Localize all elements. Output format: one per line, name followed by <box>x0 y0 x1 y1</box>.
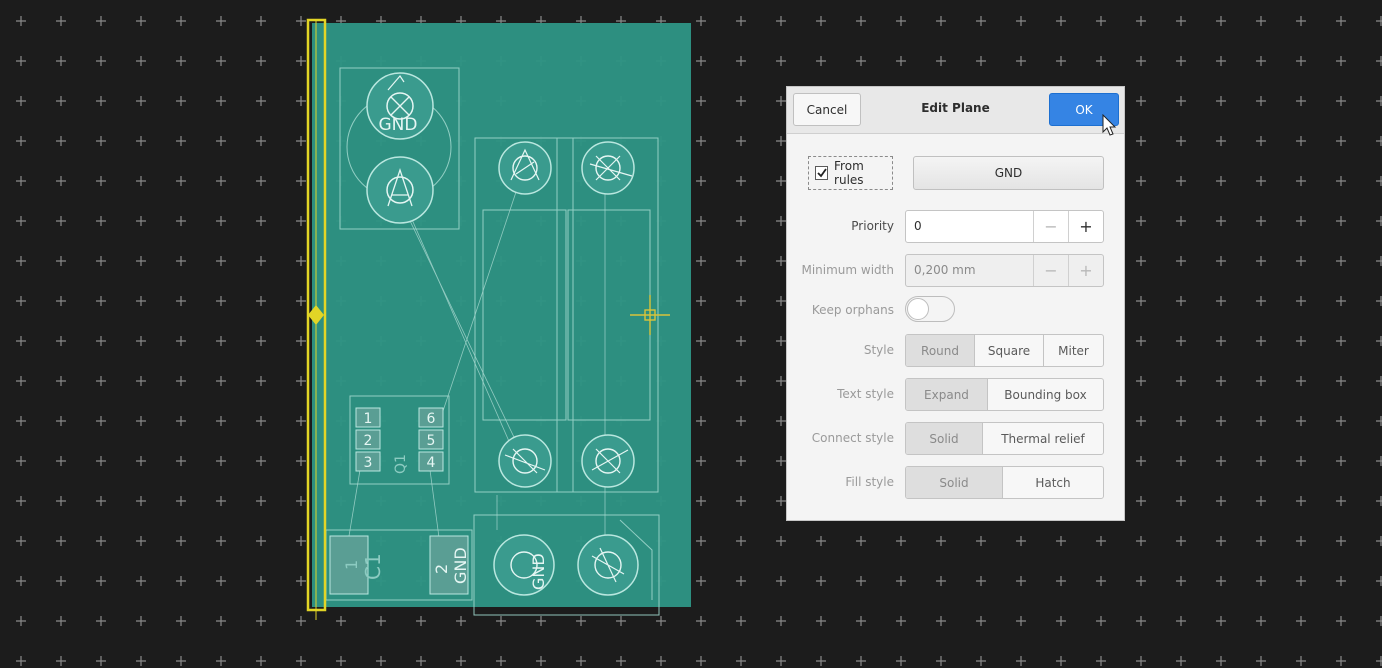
minimum-width-spinbox[interactable]: 0,200 mm − + <box>905 254 1104 287</box>
ic-pin-label: 5 <box>427 433 436 449</box>
keep-orphans-toggle[interactable] <box>905 296 955 322</box>
connect-style-option-thermal-relief[interactable]: Thermal relief <box>982 423 1103 454</box>
minimum-width-label: Minimum width <box>801 263 894 277</box>
keep-orphans-label: Keep orphans <box>811 303 894 317</box>
text-style-option-expand[interactable]: Expand <box>906 379 987 410</box>
style-option-miter[interactable]: Miter <box>1043 335 1103 366</box>
pad-label: GND <box>529 553 548 590</box>
net-select-button[interactable]: GND <box>913 156 1104 190</box>
priority-value[interactable]: 0 <box>914 219 922 233</box>
priority-spinbox[interactable]: 0 − + <box>905 210 1104 243</box>
text-style-segmented-control: Expand Bounding box <box>905 378 1104 411</box>
text-style-option-bounding-box[interactable]: Bounding box <box>987 379 1103 410</box>
connector-reference: C1 <box>361 553 385 580</box>
pcb-canvas[interactable]: GND 1 2 3 6 5 4 Q1 1 C1 2 GND GND <box>0 0 1382 668</box>
ic-pin-label: 4 <box>427 455 436 471</box>
text-style-label: Text style <box>837 387 894 401</box>
fill-style-label: Fill style <box>845 475 894 489</box>
cancel-button[interactable]: Cancel <box>793 93 861 126</box>
dialog-title: Edit Plane <box>921 101 990 115</box>
dialog-header: Cancel Edit Plane OK <box>787 87 1124 134</box>
ic-pin-label: 1 <box>364 411 373 427</box>
ic-pin-label: 2 <box>364 433 373 449</box>
fill-style-option-hatch[interactable]: Hatch <box>1002 467 1103 498</box>
connector-net-label: GND <box>451 547 470 584</box>
priority-decrement-button[interactable]: − <box>1033 211 1068 242</box>
minimum-width-value[interactable]: 0,200 mm <box>914 263 976 277</box>
fill-style-option-solid[interactable]: Solid <box>906 467 1002 498</box>
style-label: Style <box>863 343 894 357</box>
from-rules-checkbox[interactable]: From rules <box>808 156 893 190</box>
connect-style-segmented-control: Solid Thermal relief <box>905 422 1104 455</box>
ic-pin-label: 3 <box>364 455 373 471</box>
priority-label: Priority <box>851 219 894 233</box>
mouse-pointer-icon <box>1102 114 1117 136</box>
connector-pin-label: 1 <box>342 560 361 570</box>
from-rules-label: From rules <box>834 159 864 187</box>
fill-style-segmented-control: Solid Hatch <box>905 466 1104 499</box>
connect-style-option-solid[interactable]: Solid <box>906 423 982 454</box>
connect-style-label: Connect style <box>811 431 894 445</box>
style-segmented-control: Round Square Miter <box>905 334 1104 367</box>
style-option-round[interactable]: Round <box>906 335 974 366</box>
edit-plane-dialog: Cancel Edit Plane OK From rules GND Prio… <box>786 86 1125 521</box>
toggle-knob <box>907 298 929 320</box>
ic-pin-label: 6 <box>427 411 436 427</box>
priority-increment-button[interactable]: + <box>1068 211 1103 242</box>
ic-reference: Q1 <box>393 454 409 474</box>
style-option-square[interactable]: Square <box>974 335 1043 366</box>
connector-pin-label: 2 <box>432 564 451 574</box>
pad-label: GND <box>379 115 418 135</box>
minimum-width-increment-button[interactable]: + <box>1068 255 1103 286</box>
minimum-width-decrement-button[interactable]: − <box>1033 255 1068 286</box>
checkbox-icon[interactable] <box>815 166 829 180</box>
pad[interactable] <box>366 156 434 224</box>
